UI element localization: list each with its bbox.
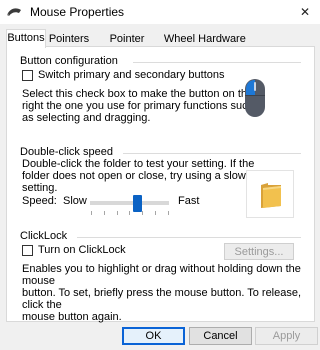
folder-icon bbox=[259, 182, 283, 212]
slider-tick bbox=[155, 211, 156, 215]
close-icon: ✕ bbox=[299, 5, 311, 19]
clicklock-label[interactable]: Turn on ClickLock bbox=[38, 244, 126, 257]
ok-button[interactable]: OK bbox=[122, 327, 185, 345]
mouse-icon bbox=[244, 78, 266, 121]
test-folder[interactable] bbox=[246, 170, 294, 218]
slider-tick bbox=[129, 211, 130, 215]
tab-pointer-options[interactable]: Pointer Options bbox=[92, 30, 162, 59]
slow-label: Slow bbox=[63, 195, 87, 207]
double-click-speed-slider-track[interactable] bbox=[90, 201, 169, 205]
double-click-speed-slider-thumb[interactable] bbox=[132, 195, 142, 212]
window-title: Mouse Properties bbox=[30, 5, 125, 19]
button-config-description: Select this check box to make the button… bbox=[22, 88, 254, 124]
section-divider bbox=[123, 153, 301, 154]
cancel-button-label: Cancel bbox=[203, 330, 238, 342]
clicklock-heading: ClickLock bbox=[20, 230, 68, 242]
clicklock-settings-button[interactable]: Settings... bbox=[224, 243, 294, 260]
cancel-button[interactable]: Cancel bbox=[189, 327, 252, 345]
fast-label: Fast bbox=[178, 195, 200, 207]
description-line: Select this check box to make the button… bbox=[22, 88, 254, 100]
ok-button-label: OK bbox=[145, 330, 162, 342]
tab-buttons[interactable]: Buttons bbox=[6, 29, 46, 48]
clicklock-checkbox[interactable] bbox=[22, 245, 33, 256]
section-divider bbox=[77, 237, 301, 238]
mouse-app-icon bbox=[6, 7, 22, 20]
switch-buttons-checkbox[interactable] bbox=[22, 70, 33, 81]
switch-buttons-label[interactable]: Switch primary and secondary buttons bbox=[38, 69, 224, 82]
description-line: Enables you to highlight or drag without… bbox=[22, 263, 301, 287]
slider-tick bbox=[142, 211, 143, 215]
button-configuration-heading: Button configuration bbox=[20, 55, 118, 67]
description-line: right the one you use for primary functi… bbox=[22, 100, 254, 112]
description-line: mouse button again. bbox=[22, 311, 122, 323]
tab-pointers[interactable]: Pointers bbox=[46, 30, 92, 47]
slider-tick bbox=[168, 211, 169, 215]
description-line: folder does not open or close, try using… bbox=[22, 170, 256, 182]
tab-label: Pointers bbox=[48, 33, 90, 45]
description-line: setting. bbox=[22, 182, 58, 194]
section-divider bbox=[133, 62, 301, 63]
slider-tick bbox=[91, 211, 92, 215]
tab-strip: Buttons Pointers Pointer Options Wheel H… bbox=[6, 29, 316, 59]
close-button[interactable]: ✕ bbox=[290, 0, 320, 24]
tab-label: Wheel bbox=[163, 33, 196, 45]
description-line: Double-click the folder to test your set… bbox=[22, 158, 255, 170]
speed-label: Speed: bbox=[22, 195, 57, 207]
tab-hardware[interactable]: Hardware bbox=[197, 30, 247, 47]
description-line: as selecting and dragging. bbox=[22, 112, 151, 124]
slider-tick bbox=[117, 211, 118, 215]
double-click-description: Double-click the folder to test your set… bbox=[22, 158, 256, 194]
apply-button[interactable]: Apply bbox=[255, 327, 318, 345]
title-bar[interactable]: Mouse Properties ✕ bbox=[0, 0, 320, 24]
description-line: button. To set, briefly press the mouse … bbox=[22, 287, 302, 311]
tab-wheel[interactable]: Wheel bbox=[162, 30, 197, 47]
apply-button-label: Apply bbox=[272, 330, 301, 342]
tab-label: Buttons bbox=[7, 32, 45, 44]
settings-button-label: Settings... bbox=[234, 245, 284, 258]
tab-label: Hardware bbox=[198, 33, 246, 45]
clicklock-description: Enables you to highlight or drag without… bbox=[22, 263, 320, 323]
slider-tick bbox=[104, 211, 105, 215]
